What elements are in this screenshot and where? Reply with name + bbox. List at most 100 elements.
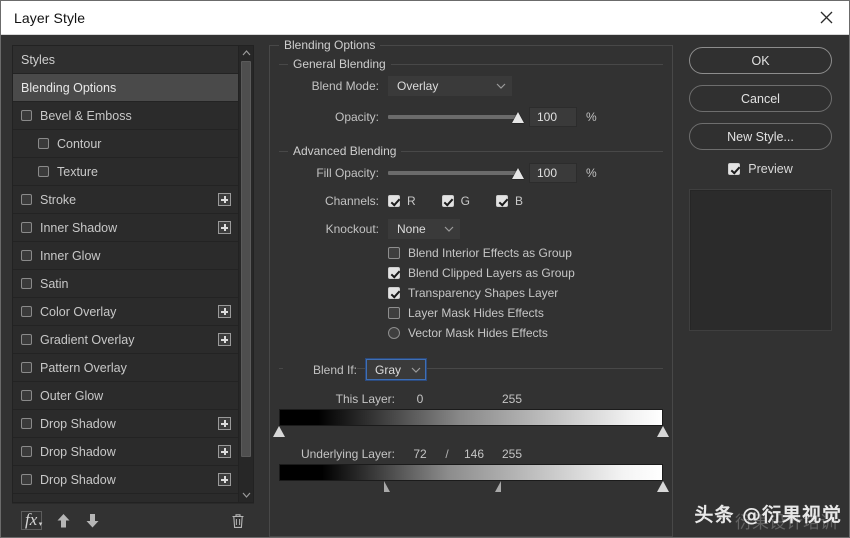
underlying-low-b-knob[interactable] — [495, 481, 501, 492]
style-enable-checkbox[interactable] — [21, 306, 32, 317]
sidebar-item-bevel-emboss[interactable]: Bevel & Emboss — [13, 102, 238, 130]
underlying-low-a-value[interactable]: 72 — [401, 447, 439, 461]
option-vector-mask-hides-effects[interactable]: Vector Mask Hides Effects — [388, 326, 663, 340]
sidebar-item-drop-shadow[interactable]: Drop Shadow — [13, 410, 238, 438]
fx-button[interactable]: fx ▾ — [21, 511, 42, 530]
sidebar-item-stroke[interactable]: Stroke — [13, 186, 238, 214]
sidebar-item-drop-shadow[interactable]: Drop Shadow — [13, 466, 238, 494]
delete-button[interactable] — [231, 513, 245, 529]
add-effect-icon[interactable] — [218, 333, 231, 346]
preview-checkbox[interactable] — [728, 163, 740, 175]
underlying-separator: / — [439, 447, 455, 461]
scrollbar-thumb[interactable] — [241, 61, 251, 457]
style-enable-checkbox[interactable] — [21, 390, 32, 401]
chevron-down-icon[interactable] — [239, 488, 253, 502]
sidebar-item-outer-glow[interactable]: Outer Glow — [13, 382, 238, 410]
sidebar-item-inner-shadow[interactable]: Inner Shadow — [13, 214, 238, 242]
sidebar-item-label: Color Overlay — [40, 305, 218, 319]
knockout-value: None — [397, 222, 426, 236]
option-layer-mask-hides-effects[interactable]: Layer Mask Hides Effects — [388, 306, 663, 320]
underlying-high-knob[interactable] — [657, 481, 669, 492]
advanced-blending-group: Advanced Blending Fill Opacity: 100 % Ch… — [279, 151, 663, 350]
new-style-button[interactable]: New Style... — [689, 123, 832, 150]
sidebar-item-contour[interactable]: Contour — [13, 130, 238, 158]
sidebar-item-color-overlay[interactable]: Color Overlay — [13, 298, 238, 326]
sidebar-item-drop-shadow[interactable]: Drop Shadow — [13, 438, 238, 466]
add-effect-icon[interactable] — [218, 417, 231, 430]
option-blend-interior-effects-as-group[interactable]: Blend Interior Effects as Group — [388, 246, 663, 260]
add-effect-icon[interactable] — [218, 445, 231, 458]
sidebar-item-satin[interactable]: Satin — [13, 270, 238, 298]
ok-button[interactable]: OK — [689, 47, 832, 74]
add-effect-icon[interactable] — [218, 193, 231, 206]
underlying-layer-slider[interactable] — [279, 464, 663, 494]
style-enable-checkbox[interactable] — [21, 110, 32, 121]
add-effect-icon[interactable] — [218, 473, 231, 486]
style-enable-checkbox[interactable] — [21, 362, 32, 373]
style-enable-checkbox[interactable] — [21, 334, 32, 345]
cancel-button[interactable]: Cancel — [689, 85, 832, 112]
trash-icon — [231, 513, 245, 529]
styles-scrollbar[interactable] — [238, 46, 253, 502]
style-enable-checkbox[interactable] — [38, 138, 49, 149]
style-enable-checkbox[interactable] — [21, 250, 32, 261]
opacity-input[interactable]: 100 — [529, 107, 577, 127]
sidebar-item-label: Gradient Overlay — [40, 333, 218, 347]
blend-mode-select[interactable]: Overlay — [388, 76, 512, 96]
underlying-layer-labels: Underlying Layer: 72 / 146 255 — [279, 447, 663, 461]
sidebar-item-inner-glow[interactable]: Inner Glow — [13, 242, 238, 270]
option-transparency-shapes-layer-checkbox[interactable] — [388, 287, 400, 299]
underlying-low-a-knob[interactable] — [384, 481, 390, 492]
style-enable-checkbox[interactable] — [21, 474, 32, 485]
preview-toggle[interactable]: Preview — [728, 162, 792, 176]
opacity-slider-knob[interactable] — [512, 112, 524, 123]
chevron-up-icon[interactable] — [239, 46, 253, 60]
this-layer-slider[interactable] — [279, 409, 663, 439]
option-blend-clipped-layers-as-group-checkbox[interactable] — [388, 267, 400, 279]
option-vector-mask-hides-effects-checkbox[interactable] — [388, 327, 400, 339]
fill-opacity-slider-knob[interactable] — [512, 168, 524, 179]
channels-list: RGB — [388, 194, 549, 208]
style-enable-checkbox[interactable] — [21, 418, 32, 429]
blend-if-channel-select[interactable]: Gray — [366, 359, 426, 380]
sidebar-item-texture[interactable]: Texture — [13, 158, 238, 186]
this-layer-high-value[interactable]: 255 — [493, 392, 531, 406]
underlying-high-value[interactable]: 255 — [493, 447, 531, 461]
channel-g-checkbox[interactable] — [442, 195, 454, 207]
fill-opacity-input[interactable]: 100 — [529, 163, 577, 183]
blend-mode-label: Blend Mode: — [279, 79, 379, 93]
style-enable-checkbox[interactable] — [21, 446, 32, 457]
channel-r-checkbox[interactable] — [388, 195, 400, 207]
option-blend-clipped-layers-as-group[interactable]: Blend Clipped Layers as Group — [388, 266, 663, 280]
this-layer-high-knob[interactable] — [657, 426, 669, 437]
add-effect-icon[interactable] — [218, 305, 231, 318]
style-enable-checkbox[interactable] — [21, 278, 32, 289]
option-blend-interior-effects-as-group-checkbox[interactable] — [388, 247, 400, 259]
channel-r[interactable]: R — [388, 194, 416, 208]
scrollbar-track[interactable] — [239, 60, 253, 488]
underlying-low-b-value[interactable]: 146 — [455, 447, 493, 461]
this-layer-low-knob[interactable] — [273, 426, 285, 437]
style-enable-checkbox[interactable] — [38, 166, 49, 177]
channel-b[interactable]: B — [496, 194, 523, 208]
blend-mode-row: Blend Mode: Overlay — [279, 76, 663, 96]
option-transparency-shapes-layer[interactable]: Transparency Shapes Layer — [388, 286, 663, 300]
option-layer-mask-hides-effects-checkbox[interactable] — [388, 307, 400, 319]
sidebar-item-gradient-overlay[interactable]: Gradient Overlay — [13, 326, 238, 354]
move-down-button[interactable] — [85, 513, 100, 529]
add-effect-icon[interactable] — [218, 221, 231, 234]
move-up-button[interactable] — [56, 513, 71, 529]
sidebar-item-blending-options[interactable]: Blending Options — [13, 74, 238, 102]
this-layer-low-value[interactable]: 0 — [401, 392, 439, 406]
channel-b-checkbox[interactable] — [496, 195, 508, 207]
style-enable-checkbox[interactable] — [21, 222, 32, 233]
channel-g[interactable]: G — [442, 194, 470, 208]
close-button[interactable] — [803, 1, 849, 34]
style-enable-checkbox[interactable] — [21, 194, 32, 205]
fill-opacity-slider[interactable] — [388, 166, 518, 180]
opacity-slider[interactable] — [388, 110, 518, 124]
sidebar-item-label: Stroke — [40, 193, 218, 207]
sidebar-item-label: Inner Glow — [40, 249, 232, 263]
sidebar-item-pattern-overlay[interactable]: Pattern Overlay — [13, 354, 238, 382]
knockout-select[interactable]: None — [388, 219, 460, 239]
